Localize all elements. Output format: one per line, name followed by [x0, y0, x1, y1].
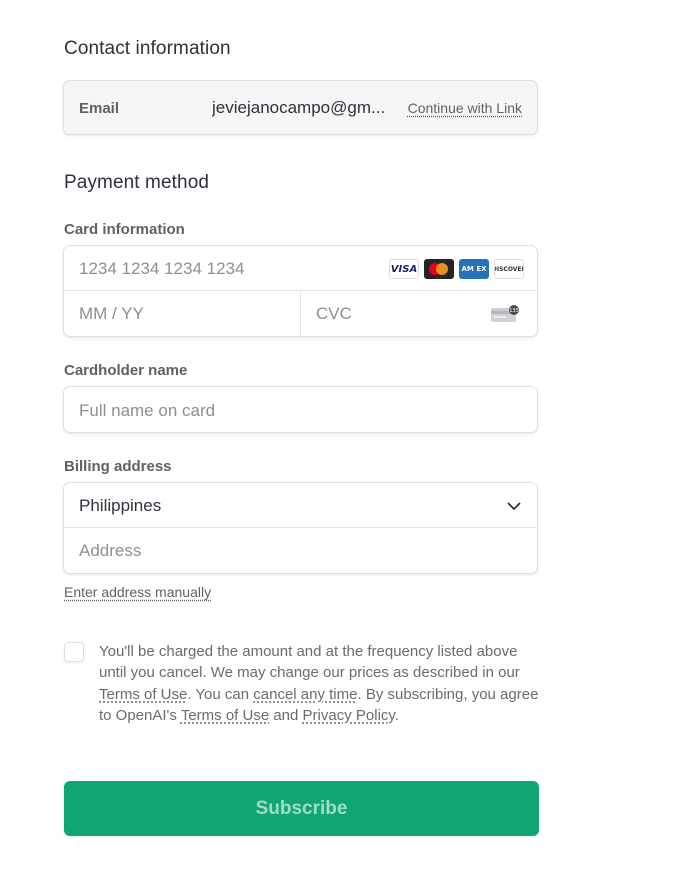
expiry-placeholder: MM / YY — [79, 304, 144, 323]
country-select[interactable]: Philippines — [64, 483, 537, 528]
address-input[interactable]: Address — [64, 528, 537, 573]
card-number-placeholder: 1234 1234 1234 1234 — [79, 259, 245, 278]
consent-checkbox[interactable] — [64, 642, 84, 662]
enter-address-manually-link[interactable]: Enter address manually — [64, 584, 211, 600]
cvc-input[interactable]: CVC 135 — [301, 291, 538, 336]
mastercard-icon — [424, 259, 454, 279]
country-value: Philippines — [79, 496, 162, 515]
cvc-card-icon: 135 — [491, 305, 519, 322]
contact-information-title: Contact information — [64, 38, 231, 59]
email-row: Email jeviejanocampo@gm... Continue with… — [63, 80, 538, 135]
billing-address-label: Billing address — [64, 458, 172, 475]
cardholder-name-placeholder: Full name on card — [79, 401, 216, 420]
cancel-any-time-link[interactable]: cancel any time — [253, 686, 357, 703]
card-number-input[interactable]: 1234 1234 1234 1234 VISA AM EX DISCOVER — [64, 246, 537, 291]
openai-terms-of-use-link[interactable]: Terms of Use — [181, 707, 269, 724]
amex-icon: AM EX — [459, 259, 489, 279]
subscribe-button[interactable]: Subscribe — [64, 781, 539, 836]
discover-icon: DISCOVER — [494, 259, 524, 279]
billing-address-group: Philippines Address — [63, 482, 538, 574]
cardholder-name-label: Cardholder name — [64, 362, 188, 379]
expiry-input[interactable]: MM / YY — [64, 291, 301, 336]
privacy-policy-link[interactable]: Privacy Policy — [303, 707, 395, 724]
cvc-placeholder: CVC — [316, 304, 352, 323]
email-label: Email — [79, 100, 120, 117]
consent-text-5: . — [394, 706, 399, 724]
card-information-label: Card information — [64, 221, 185, 238]
chevron-down-icon — [507, 502, 521, 510]
continue-with-link-button[interactable]: Continue with Link — [408, 100, 522, 116]
payment-method-title: Payment method — [64, 172, 210, 193]
terms-of-use-link[interactable]: Terms of Use — [99, 686, 187, 703]
cvc-badge-text: 135 — [509, 308, 519, 314]
address-placeholder: Address — [79, 541, 142, 560]
consent-text-4: and — [269, 706, 303, 724]
checkout-page: Contact information Email jeviejanocampo… — [0, 0, 684, 872]
consent-text-1: You'll be charged the amount and at the … — [99, 643, 520, 682]
consent-text-2: . You can — [187, 685, 254, 703]
cardholder-name-input[interactable]: Full name on card — [63, 386, 538, 433]
mastercard-orange-circle — [436, 263, 448, 275]
email-value[interactable]: jeviejanocampo@gm... — [212, 98, 392, 118]
visa-icon: VISA — [389, 259, 419, 279]
consent-text: You'll be charged the amount and at the … — [99, 641, 539, 726]
card-information-group: 1234 1234 1234 1234 VISA AM EX DISCOVER … — [63, 245, 538, 337]
